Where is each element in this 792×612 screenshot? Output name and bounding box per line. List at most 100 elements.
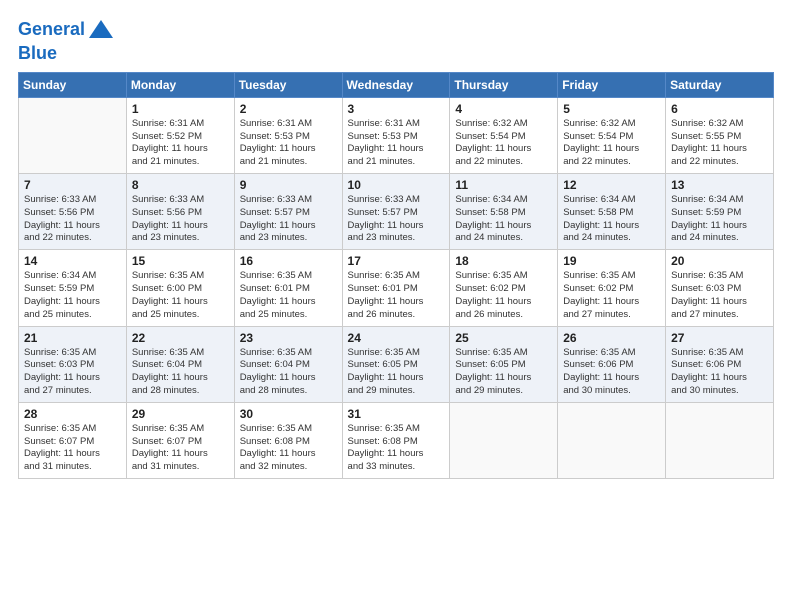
calendar-cell xyxy=(19,97,127,173)
day-number: 15 xyxy=(132,254,230,268)
day-info: Sunrise: 6:31 AMSunset: 5:53 PMDaylight:… xyxy=(348,118,446,169)
day-info: Sunrise: 6:35 AMSunset: 6:00 PMDaylight:… xyxy=(132,270,230,321)
day-info: Sunrise: 6:35 AMSunset: 6:04 PMDaylight:… xyxy=(240,347,338,398)
weekday-header-cell: Sunday xyxy=(19,72,127,97)
day-number: 17 xyxy=(348,254,446,268)
day-info: Sunrise: 6:32 AMSunset: 5:54 PMDaylight:… xyxy=(563,118,661,169)
day-info: Sunrise: 6:35 AMSunset: 6:01 PMDaylight:… xyxy=(240,270,338,321)
calendar-week-row: 7 Sunrise: 6:33 AMSunset: 5:56 PMDaylight… xyxy=(19,174,774,250)
weekday-header-row: SundayMondayTuesdayWednesdayThursdayFrid… xyxy=(19,72,774,97)
calendar-body: 1 Sunrise: 6:31 AMSunset: 5:52 PMDaylight… xyxy=(19,97,774,478)
day-number: 22 xyxy=(132,331,230,345)
logo: General Blue xyxy=(18,16,115,64)
day-info: Sunrise: 6:33 AMSunset: 5:56 PMDaylight:… xyxy=(24,194,122,245)
day-info: Sunrise: 6:34 AMSunset: 5:58 PMDaylight:… xyxy=(563,194,661,245)
day-info: Sunrise: 6:35 AMSunset: 6:06 PMDaylight:… xyxy=(671,347,769,398)
day-info: Sunrise: 6:31 AMSunset: 5:52 PMDaylight:… xyxy=(132,118,230,169)
day-info: Sunrise: 6:35 AMSunset: 6:02 PMDaylight:… xyxy=(455,270,553,321)
day-info: Sunrise: 6:32 AMSunset: 5:54 PMDaylight:… xyxy=(455,118,553,169)
day-number: 3 xyxy=(348,102,446,116)
day-number: 26 xyxy=(563,331,661,345)
calendar-cell: 26 Sunrise: 6:35 AMSunset: 6:06 PMDayligh… xyxy=(558,326,666,402)
calendar-cell xyxy=(666,402,774,478)
logo-text: General xyxy=(18,20,85,40)
calendar-cell xyxy=(558,402,666,478)
weekday-header-cell: Thursday xyxy=(450,72,558,97)
calendar-cell: 20Sunrise: 6:35 AMSunset: 6:03 PMDayligh… xyxy=(666,250,774,326)
day-info: Sunrise: 6:34 AMSunset: 5:59 PMDaylight:… xyxy=(671,194,769,245)
page: General Blue SundayMondayTuesdayWednesda… xyxy=(0,0,792,612)
weekday-header-cell: Monday xyxy=(126,72,234,97)
calendar-cell: 22Sunrise: 6:35 AMSunset: 6:04 PMDayligh… xyxy=(126,326,234,402)
day-number: 8 xyxy=(132,178,230,192)
day-info: Sunrise: 6:35 AMSunset: 6:01 PMDaylight:… xyxy=(348,270,446,321)
calendar-cell: 25 Sunrise: 6:35 AMSunset: 6:05 PMDayligh… xyxy=(450,326,558,402)
calendar-cell: 11 Sunrise: 6:34 AMSunset: 5:58 PMDayligh… xyxy=(450,174,558,250)
day-number: 21 xyxy=(24,331,122,345)
day-info: Sunrise: 6:35 AMSunset: 6:02 PMDaylight:… xyxy=(563,270,661,321)
calendar-cell: 1 Sunrise: 6:31 AMSunset: 5:52 PMDaylight… xyxy=(126,97,234,173)
calendar-week-row: 1 Sunrise: 6:31 AMSunset: 5:52 PMDaylight… xyxy=(19,97,774,173)
calendar-cell: 15 Sunrise: 6:35 AMSunset: 6:00 PMDayligh… xyxy=(126,250,234,326)
day-number: 5 xyxy=(563,102,661,116)
day-number: 28 xyxy=(24,407,122,421)
calendar-cell: 16 Sunrise: 6:35 AMSunset: 6:01 PMDayligh… xyxy=(234,250,342,326)
day-number: 25 xyxy=(455,331,553,345)
calendar-cell: 23 Sunrise: 6:35 AMSunset: 6:04 PMDayligh… xyxy=(234,326,342,402)
day-number: 12 xyxy=(563,178,661,192)
calendar-cell: 30 Sunrise: 6:35 AMSunset: 6:08 PMDayligh… xyxy=(234,402,342,478)
day-number: 23 xyxy=(240,331,338,345)
day-info: Sunrise: 6:35 AMSunset: 6:05 PMDaylight:… xyxy=(348,347,446,398)
logo-blue: Blue xyxy=(18,44,115,64)
calendar-table: SundayMondayTuesdayWednesdayThursdayFrid… xyxy=(18,72,774,479)
weekday-header-cell: Tuesday xyxy=(234,72,342,97)
day-number: 11 xyxy=(455,178,553,192)
day-number: 10 xyxy=(348,178,446,192)
calendar-cell: 5 Sunrise: 6:32 AMSunset: 5:54 PMDaylight… xyxy=(558,97,666,173)
day-number: 2 xyxy=(240,102,338,116)
day-number: 18 xyxy=(455,254,553,268)
logo-icon xyxy=(87,16,115,44)
day-info: Sunrise: 6:35 AMSunset: 6:05 PMDaylight:… xyxy=(455,347,553,398)
calendar-cell: 6 Sunrise: 6:32 AMSunset: 5:55 PMDaylight… xyxy=(666,97,774,173)
calendar-week-row: 28 Sunrise: 6:35 AMSunset: 6:07 PMDayligh… xyxy=(19,402,774,478)
day-number: 4 xyxy=(455,102,553,116)
day-info: Sunrise: 6:32 AMSunset: 5:55 PMDaylight:… xyxy=(671,118,769,169)
calendar-cell: 19Sunrise: 6:35 AMSunset: 6:02 PMDayligh… xyxy=(558,250,666,326)
calendar-cell: 17 Sunrise: 6:35 AMSunset: 6:01 PMDayligh… xyxy=(342,250,450,326)
day-number: 16 xyxy=(240,254,338,268)
calendar-cell: 9Sunrise: 6:33 AMSunset: 5:57 PMDaylight… xyxy=(234,174,342,250)
day-info: Sunrise: 6:35 AMSunset: 6:06 PMDaylight:… xyxy=(563,347,661,398)
day-info: Sunrise: 6:31 AMSunset: 5:53 PMDaylight:… xyxy=(240,118,338,169)
day-number: 6 xyxy=(671,102,769,116)
calendar-cell: 7 Sunrise: 6:33 AMSunset: 5:56 PMDaylight… xyxy=(19,174,127,250)
weekday-header-cell: Saturday xyxy=(666,72,774,97)
day-info: Sunrise: 6:33 AMSunset: 5:57 PMDaylight:… xyxy=(348,194,446,245)
calendar-cell: 18 Sunrise: 6:35 AMSunset: 6:02 PMDayligh… xyxy=(450,250,558,326)
calendar-cell: 28 Sunrise: 6:35 AMSunset: 6:07 PMDayligh… xyxy=(19,402,127,478)
day-number: 9 xyxy=(240,178,338,192)
day-number: 30 xyxy=(240,407,338,421)
calendar-cell: 29Sunrise: 6:35 AMSunset: 6:07 PMDayligh… xyxy=(126,402,234,478)
calendar-cell: 3 Sunrise: 6:31 AMSunset: 5:53 PMDaylight… xyxy=(342,97,450,173)
day-number: 29 xyxy=(132,407,230,421)
calendar-week-row: 21Sunrise: 6:35 AMSunset: 6:03 PMDayligh… xyxy=(19,326,774,402)
calendar-cell: 13Sunrise: 6:34 AMSunset: 5:59 PMDayligh… xyxy=(666,174,774,250)
calendar-cell: 24Sunrise: 6:35 AMSunset: 6:05 PMDayligh… xyxy=(342,326,450,402)
day-info: Sunrise: 6:35 AMSunset: 6:08 PMDaylight:… xyxy=(348,423,446,474)
calendar-cell: 14Sunrise: 6:34 AMSunset: 5:59 PMDayligh… xyxy=(19,250,127,326)
day-info: Sunrise: 6:35 AMSunset: 6:03 PMDaylight:… xyxy=(671,270,769,321)
day-info: Sunrise: 6:34 AMSunset: 5:58 PMDaylight:… xyxy=(455,194,553,245)
header: General Blue xyxy=(18,16,774,64)
calendar-cell: 21Sunrise: 6:35 AMSunset: 6:03 PMDayligh… xyxy=(19,326,127,402)
calendar-cell: 8Sunrise: 6:33 AMSunset: 5:56 PMDaylight… xyxy=(126,174,234,250)
day-number: 7 xyxy=(24,178,122,192)
calendar-cell: 31Sunrise: 6:35 AMSunset: 6:08 PMDayligh… xyxy=(342,402,450,478)
day-info: Sunrise: 6:35 AMSunset: 6:07 PMDaylight:… xyxy=(24,423,122,474)
day-info: Sunrise: 6:35 AMSunset: 6:08 PMDaylight:… xyxy=(240,423,338,474)
weekday-header-cell: Friday xyxy=(558,72,666,97)
calendar-cell: 27Sunrise: 6:35 AMSunset: 6:06 PMDayligh… xyxy=(666,326,774,402)
calendar-cell xyxy=(450,402,558,478)
calendar-cell: 10 Sunrise: 6:33 AMSunset: 5:57 PMDayligh… xyxy=(342,174,450,250)
day-number: 1 xyxy=(132,102,230,116)
